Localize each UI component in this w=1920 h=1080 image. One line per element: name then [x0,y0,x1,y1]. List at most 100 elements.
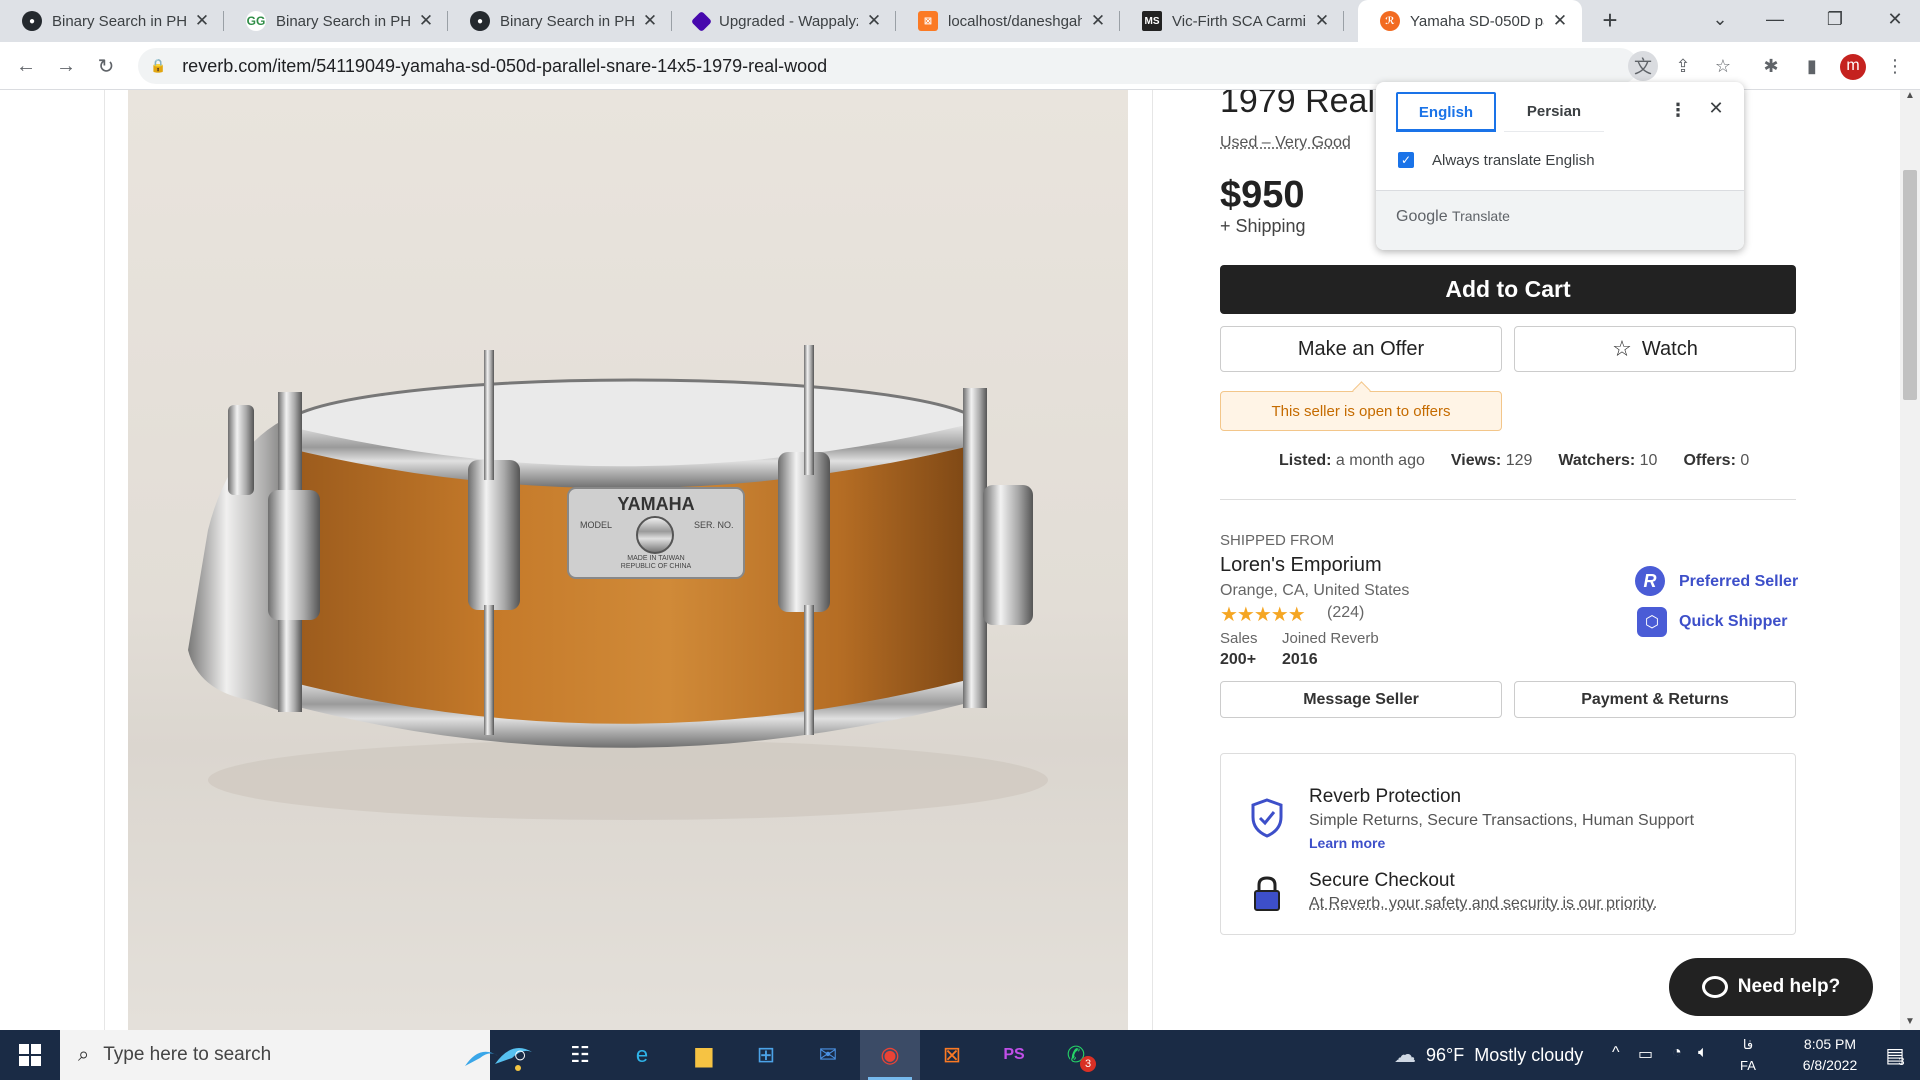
add-to-cart-button[interactable]: Add to Cart [1220,265,1796,314]
watch-button[interactable]: ☆ Watch [1514,326,1796,372]
side-panel-icon[interactable]: ▮ [1797,51,1827,81]
product-condition[interactable]: Used – Very Good [1220,134,1351,152]
quick-shipper-badge[interactable]: Quick Shipper [1679,613,1787,631]
profile-avatar[interactable]: m [1840,54,1866,80]
listing-stats: Listed: a month ago Views: 129 Watchers:… [1279,452,1749,470]
file-explorer-icon[interactable]: ▆ [674,1030,734,1080]
tab-strip: ● Binary Search in PHP ✕ GG Binary Searc… [0,0,1920,42]
rating-stars[interactable]: ★★★★★ [1220,602,1306,627]
close-tab-icon[interactable]: ✕ [1312,11,1332,31]
restore-button[interactable]: ❐ [1805,0,1865,38]
share-icon[interactable]: ⇪ [1668,51,1698,81]
xampp-taskbar-icon[interactable]: ⊠ [922,1030,982,1080]
browser-tab[interactable]: ● Binary Search in PHP ✕ [448,0,672,42]
task-view-icon[interactable]: ○ [490,1030,550,1080]
gfg-icon: GG [246,11,266,31]
close-tab-icon[interactable]: ✕ [640,11,660,31]
url-text[interactable]: reverb.com/item/54119049-yamaha-sd-050d-… [182,56,827,77]
weather-temp: 96°F [1426,1044,1465,1065]
tab-title: Binary Search in PHP [500,12,634,30]
translate-tab-english[interactable]: English [1396,92,1496,132]
close-tab-icon[interactable]: ✕ [192,11,212,31]
notification-center-icon[interactable]: ▤ 3 [1870,1030,1920,1080]
close-window-button[interactable]: ✕ [1865,0,1920,38]
google-translate-brand: Google Translate [1396,208,1510,225]
translate-tab-persian[interactable]: Persian [1504,92,1604,132]
clock[interactable]: 8:05 PM 6/8/2022 [1780,1034,1880,1076]
show-hidden-icons-icon[interactable]: ^ [1612,1044,1620,1062]
more-options-icon[interactable]: ⋮ [1666,100,1690,124]
close-tab-icon[interactable]: ✕ [1550,11,1570,31]
taskbar-search[interactable]: ⌕ Type here to search [60,1030,532,1080]
scroll-up-icon[interactable]: ▲ [1902,90,1918,104]
close-tab-icon[interactable]: ✕ [416,11,436,31]
lock-icon[interactable]: 🔒 [150,58,166,74]
browser-tab[interactable]: MS Vic-Firth SCA Carmine ✕ [1120,0,1344,42]
tab-title: Binary Search in PHP [276,12,410,30]
product-image[interactable]: YAMAHA MODEL SER. NO. MADE IN TAIWAN REP… [128,90,1128,1030]
new-tab-button[interactable]: + [1595,6,1625,36]
volume-icon[interactable]: 🔈︎ [1698,1044,1708,1062]
tab-search-icon[interactable]: ⌄ [1690,0,1750,38]
always-translate-checkbox[interactable]: ✓ [1398,152,1414,168]
weather-widget[interactable]: ☁ 96°F Mostly cloudy [1394,1030,1583,1080]
browser-tab[interactable]: Upgraded - Wappalyzer ✕ [672,0,896,42]
forward-icon[interactable]: → [50,50,82,82]
snare-drum-illustration: YAMAHA MODEL SER. NO. MADE IN TAIWAN REP… [188,345,1048,820]
quick-shipper-icon: ⬡ [1637,607,1667,637]
shop-name-link[interactable]: Loren's Emporium [1220,554,1382,577]
minimize-button[interactable]: — [1745,0,1805,38]
widgets-icon[interactable]: ☷ [550,1030,610,1080]
clock-time: 8:05 PM [1803,1036,1857,1052]
clock-date: 6/8/2022 [1802,1057,1858,1073]
need-help-button[interactable]: Need help? [1669,958,1873,1016]
browser-tab[interactable]: GG Binary Search in PHP ✕ [224,0,448,42]
protection-description: Simple Returns, Secure Transactions, Hum… [1309,812,1695,829]
github-icon: ● [470,11,490,31]
scrollbar-thumb[interactable] [1903,170,1917,400]
menu-kebab-icon[interactable]: ⋮ [1880,51,1910,81]
browser-tab[interactable]: ● Binary Search in PHP ✕ [0,0,224,42]
scroll-down-icon[interactable]: ▼ [1902,1016,1918,1030]
translate-icon[interactable]: 文 [1628,51,1658,81]
whatsapp-icon[interactable]: ✆ 3 [1046,1030,1106,1080]
seller-location: Orange, CA, United States [1220,582,1410,599]
mail-icon[interactable]: ✉ [798,1030,858,1080]
preferred-seller-icon: R [1635,566,1665,596]
browser-tab[interactable]: ⊠ localhost/daneshgah/ ✕ [896,0,1120,42]
close-icon[interactable]: ✕ [1704,98,1728,122]
extensions-icon[interactable]: ✱ [1756,51,1786,81]
browser-tab-active[interactable]: ℛ Yamaha SD-050D parallel ✕ [1358,0,1582,42]
secure-checkout-description[interactable]: At Reverb, your safety and security is o… [1309,895,1657,913]
language-indicator[interactable]: فا FA [1738,1034,1758,1076]
stat-listed: Listed: a month ago [1279,452,1425,469]
make-offer-button[interactable]: Make an Offer [1220,326,1502,372]
windows-taskbar: ⌕ Type here to search ○ ☷ e ▆ ⊞ ✉ ◉ ⊠ PS… [0,1030,1920,1080]
battery-icon[interactable]: ▭ [1638,1044,1653,1064]
wifi-icon[interactable]: ◔ [1672,1044,1682,1062]
reload-icon[interactable]: ↻ [90,50,122,82]
close-tab-icon[interactable]: ✕ [864,11,884,31]
always-translate-label[interactable]: Always translate English [1432,152,1595,169]
payment-returns-button[interactable]: Payment & Returns [1514,681,1796,718]
bookmark-star-icon[interactable]: ☆ [1708,51,1738,81]
windows-start-button[interactable] [0,1030,60,1080]
browser-window: ● Binary Search in PHP ✕ GG Binary Searc… [0,0,1920,1080]
learn-more-link[interactable]: Learn more [1309,835,1385,851]
watch-label: Watch [1641,337,1698,360]
phpstorm-icon[interactable]: PS [984,1030,1044,1080]
chat-bubble-icon [1701,976,1728,998]
close-tab-icon[interactable]: ✕ [1088,11,1108,31]
product-price: $950 [1220,174,1305,216]
edge-icon[interactable]: e [612,1030,672,1080]
chrome-icon[interactable]: ◉ [860,1030,920,1080]
secure-checkout-title: Secure Checkout [1309,870,1455,891]
address-bar[interactable]: 🔒 reverb.com/item/54119049-yamaha-sd-050… [138,48,1638,84]
rating-count[interactable]: (224) [1327,604,1364,622]
preferred-seller-badge[interactable]: Preferred Seller [1679,573,1798,591]
weather-desc: Mostly cloudy [1474,1044,1584,1065]
store-icon[interactable]: ⊞ [736,1030,796,1080]
back-icon[interactable]: ← [10,50,42,82]
search-icon: ⌕ [78,1043,90,1066]
message-seller-button[interactable]: Message Seller [1220,681,1502,718]
